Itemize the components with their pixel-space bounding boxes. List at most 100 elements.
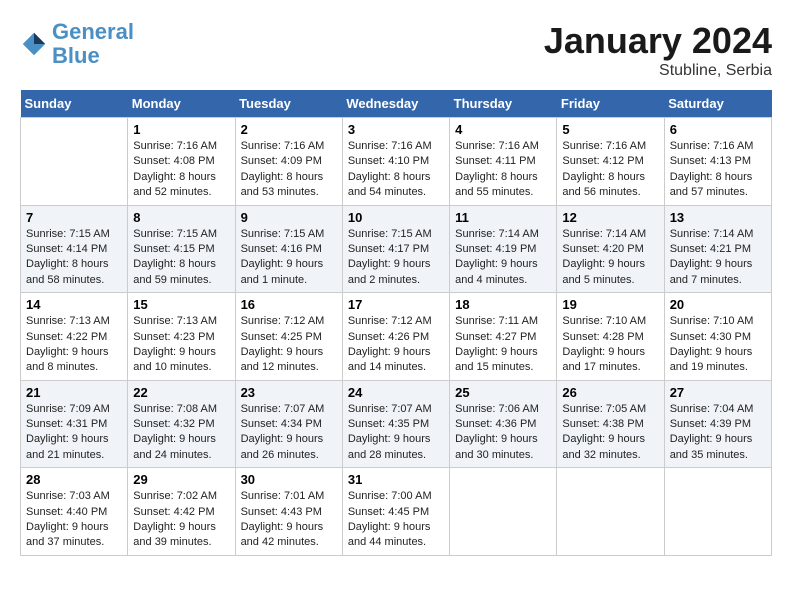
calendar-cell: 16Sunrise: 7:12 AM Sunset: 4:25 PM Dayli… [235,293,342,381]
weekday-header-saturday: Saturday [664,90,771,118]
day-number: 1 [133,122,229,137]
calendar-cell [557,468,664,556]
calendar-week-row: 14 Sunrise: 7:13 AM Sunset: 4:22 PM Dayli… [21,293,772,381]
calendar-cell: 25 Sunrise: 7:06 AM Sunset: 4:36 PM Dayli… [450,380,557,468]
weekday-header-thursday: Thursday [450,90,557,118]
calendar-cell: 8 Sunrise: 7:15 AM Sunset: 4:15 PM Daylig… [128,205,235,293]
calendar-week-row: 21 Sunrise: 7:09 AM Sunset: 4:31 PM Dayli… [21,380,772,468]
day-info: Sunrise: 7:15 AM Sunset: 4:15 PM Dayligh… [133,227,229,289]
day-number: 9 [241,210,337,225]
day-number: 21 [26,385,122,400]
day-info: Sunrise: 7:16 AM Sunset: 4:13 PM Dayligh… [670,139,766,201]
day-number: 11 [455,210,551,225]
day-info: Sunrise: 7:13 AM Sunset: 4:22 PM Dayligh… [26,314,122,376]
page-header: General Blue January 2024 Stubline, Serb… [20,20,772,80]
day-info: Sunrise: 7:16 AM Sunset: 4:09 PM Dayligh… [241,139,337,201]
title-block: January 2024 Stubline, Serbia [544,20,772,80]
calendar-cell: 9 Sunrise: 7:15 AM Sunset: 4:16 PM Daylig… [235,205,342,293]
day-info: Sunrise: 7:08 AM Sunset: 4:32 PM Dayligh… [133,402,229,464]
calendar-cell: 12 Sunrise: 7:14 AM Sunset: 4:20 PM Dayli… [557,205,664,293]
day-number: 27 [670,385,766,400]
day-number: 19 [562,297,658,312]
day-info: Sunrise: 7:10 AM Sunset: 4:30 PM Dayligh… [670,314,766,376]
calendar-cell: 14 Sunrise: 7:13 AM Sunset: 4:22 PM Dayli… [21,293,128,381]
day-number: 7 [26,210,122,225]
day-number: 22 [133,385,229,400]
calendar-cell: 17 Sunrise: 7:12 AM Sunset: 4:26 PM Dayli… [342,293,449,381]
day-info: Sunrise: 7:13 AM Sunset: 4:23 PM Dayligh… [133,314,229,376]
calendar-cell: 7 Sunrise: 7:15 AM Sunset: 4:14 PM Daylig… [21,205,128,293]
day-info: Sunrise: 7:15 AM Sunset: 4:16 PM Dayligh… [241,227,337,289]
calendar-cell: 28 Sunrise: 7:03 AM Sunset: 4:40 PM Dayli… [21,468,128,556]
day-number: 23 [241,385,337,400]
calendar-cell [21,118,128,206]
day-info: Sunrise: 7:03 AM Sunset: 4:40 PM Dayligh… [26,489,122,551]
weekday-header-friday: Friday [557,90,664,118]
day-number: 5 [562,122,658,137]
day-number: 10 [348,210,444,225]
weekday-header-tuesday: Tuesday [235,90,342,118]
day-info: Sunrise: 7:16 AM Sunset: 4:10 PM Dayligh… [348,139,444,201]
day-number: 26 [562,385,658,400]
day-number: 6 [670,122,766,137]
day-number: 24 [348,385,444,400]
calendar-cell: 5Sunrise: 7:16 AM Sunset: 4:12 PM Daylig… [557,118,664,206]
day-info: Sunrise: 7:05 AM Sunset: 4:38 PM Dayligh… [562,402,658,464]
calendar-cell: 26 Sunrise: 7:05 AM Sunset: 4:38 PM Dayli… [557,380,664,468]
day-number: 8 [133,210,229,225]
calendar-cell: 4Sunrise: 7:16 AM Sunset: 4:11 PM Daylig… [450,118,557,206]
weekday-header-monday: Monday [128,90,235,118]
day-number: 13 [670,210,766,225]
calendar-cell: 19 Sunrise: 7:10 AM Sunset: 4:28 PM Dayli… [557,293,664,381]
calendar-cell: 2Sunrise: 7:16 AM Sunset: 4:09 PM Daylig… [235,118,342,206]
day-info: Sunrise: 7:02 AM Sunset: 4:42 PM Dayligh… [133,489,229,551]
day-info: Sunrise: 7:12 AM Sunset: 4:25 PM Dayligh… [241,314,337,376]
calendar-cell: 11Sunrise: 7:14 AM Sunset: 4:19 PM Dayli… [450,205,557,293]
logo-text: General Blue [52,20,134,68]
day-number: 17 [348,297,444,312]
weekday-header-row: SundayMondayTuesdayWednesdayThursdayFrid… [21,90,772,118]
calendar-cell: 20Sunrise: 7:10 AM Sunset: 4:30 PM Dayli… [664,293,771,381]
weekday-header-wednesday: Wednesday [342,90,449,118]
day-number: 12 [562,210,658,225]
day-info: Sunrise: 7:06 AM Sunset: 4:36 PM Dayligh… [455,402,551,464]
day-info: Sunrise: 7:09 AM Sunset: 4:31 PM Dayligh… [26,402,122,464]
weekday-header-sunday: Sunday [21,90,128,118]
calendar-cell: 13 Sunrise: 7:14 AM Sunset: 4:21 PM Dayli… [664,205,771,293]
calendar-cell: 22 Sunrise: 7:08 AM Sunset: 4:32 PM Dayli… [128,380,235,468]
calendar-cell: 30Sunrise: 7:01 AM Sunset: 4:43 PM Dayli… [235,468,342,556]
calendar-cell: 27 Sunrise: 7:04 AM Sunset: 4:39 PM Dayli… [664,380,771,468]
day-info: Sunrise: 7:14 AM Sunset: 4:21 PM Dayligh… [670,227,766,289]
location-subtitle: Stubline, Serbia [544,62,772,80]
calendar-cell: 18 Sunrise: 7:11 AM Sunset: 4:27 PM Dayli… [450,293,557,381]
calendar-cell [664,468,771,556]
day-info: Sunrise: 7:07 AM Sunset: 4:34 PM Dayligh… [241,402,337,464]
day-number: 28 [26,472,122,487]
calendar-cell: 3 Sunrise: 7:16 AM Sunset: 4:10 PM Daylig… [342,118,449,206]
month-title: January 2024 [544,20,772,62]
calendar-table: SundayMondayTuesdayWednesdayThursdayFrid… [20,90,772,556]
day-info: Sunrise: 7:14 AM Sunset: 4:20 PM Dayligh… [562,227,658,289]
calendar-cell: 15Sunrise: 7:13 AM Sunset: 4:23 PM Dayli… [128,293,235,381]
day-info: Sunrise: 7:15 AM Sunset: 4:17 PM Dayligh… [348,227,444,289]
day-info: Sunrise: 7:11 AM Sunset: 4:27 PM Dayligh… [455,314,551,376]
calendar-cell: 21 Sunrise: 7:09 AM Sunset: 4:31 PM Dayli… [21,380,128,468]
calendar-cell: 1 Sunrise: 7:16 AM Sunset: 4:08 PM Daylig… [128,118,235,206]
day-info: Sunrise: 7:16 AM Sunset: 4:08 PM Dayligh… [133,139,229,201]
day-info: Sunrise: 7:10 AM Sunset: 4:28 PM Dayligh… [562,314,658,376]
day-number: 3 [348,122,444,137]
day-number: 14 [26,297,122,312]
logo-icon [20,30,48,58]
day-number: 29 [133,472,229,487]
day-info: Sunrise: 7:16 AM Sunset: 4:11 PM Dayligh… [455,139,551,201]
day-info: Sunrise: 7:04 AM Sunset: 4:39 PM Dayligh… [670,402,766,464]
calendar-cell: 6 Sunrise: 7:16 AM Sunset: 4:13 PM Daylig… [664,118,771,206]
day-info: Sunrise: 7:01 AM Sunset: 4:43 PM Dayligh… [241,489,337,551]
calendar-cell: 31Sunrise: 7:00 AM Sunset: 4:45 PM Dayli… [342,468,449,556]
day-info: Sunrise: 7:15 AM Sunset: 4:14 PM Dayligh… [26,227,122,289]
day-number: 25 [455,385,551,400]
calendar-week-row: 1 Sunrise: 7:16 AM Sunset: 4:08 PM Daylig… [21,118,772,206]
day-number: 18 [455,297,551,312]
calendar-week-row: 7 Sunrise: 7:15 AM Sunset: 4:14 PM Daylig… [21,205,772,293]
day-info: Sunrise: 7:12 AM Sunset: 4:26 PM Dayligh… [348,314,444,376]
